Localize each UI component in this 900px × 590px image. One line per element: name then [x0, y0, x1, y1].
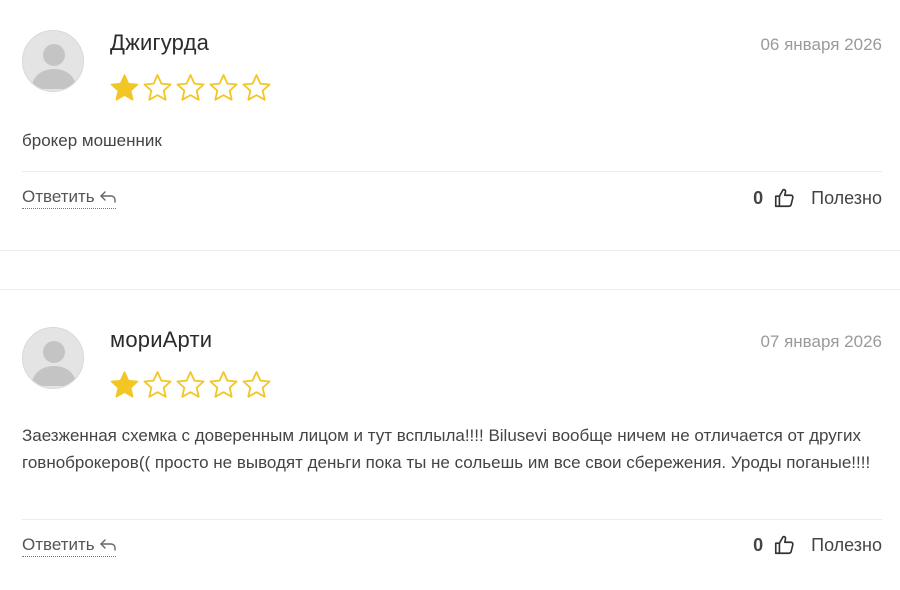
- star-empty-icon: [209, 371, 238, 398]
- star-empty-icon: [176, 371, 205, 398]
- helpful-block: 0 Полезно: [753, 534, 882, 556]
- reviews-page: Джигурда 06 января 2026 брокер мошенник …: [0, 0, 900, 590]
- divider: [22, 519, 882, 520]
- star-filled-icon: [110, 371, 139, 398]
- reply-button[interactable]: Ответить: [22, 187, 116, 209]
- star-rating: [108, 369, 273, 401]
- star-empty-icon: [143, 371, 172, 398]
- divider: [0, 289, 900, 290]
- reply-button[interactable]: Ответить: [22, 535, 116, 557]
- divider: [22, 171, 882, 172]
- helpful-block: 0 Полезно: [753, 187, 882, 209]
- star-empty-icon: [143, 74, 172, 101]
- divider: [0, 250, 900, 251]
- user-placeholder-icon: [23, 328, 83, 388]
- star-empty-icon: [176, 74, 205, 101]
- author-name: Джигурда: [110, 30, 210, 55]
- star-empty-icon: [209, 74, 238, 101]
- avatar: [22, 30, 84, 92]
- user-placeholder-icon: [23, 31, 83, 91]
- helpful-count: 0: [753, 187, 764, 208]
- helpful-label[interactable]: Полезно: [811, 188, 882, 209]
- review-text: брокер мошенник: [22, 131, 162, 150]
- thumbs-up-icon[interactable]: [773, 534, 795, 556]
- reply-label: Ответить: [22, 535, 95, 554]
- star-rating: [108, 72, 273, 104]
- helpful-label[interactable]: Полезно: [811, 535, 882, 556]
- thumbs-up-icon[interactable]: [773, 187, 795, 209]
- review-date: 06 января 2026: [760, 35, 882, 54]
- reply-arrow-icon: [99, 191, 116, 203]
- star-filled-icon: [110, 74, 139, 101]
- reply-label: Ответить: [22, 187, 95, 206]
- helpful-count: 0: [753, 534, 764, 555]
- star-empty-icon: [242, 371, 271, 398]
- reply-arrow-icon: [99, 539, 116, 551]
- author-name: мориАрти: [110, 327, 213, 352]
- star-empty-icon: [242, 74, 271, 101]
- avatar: [22, 327, 84, 389]
- review-date: 07 января 2026: [760, 332, 882, 351]
- review-text: Заезженная схемка с доверенным лицом и т…: [22, 426, 871, 472]
